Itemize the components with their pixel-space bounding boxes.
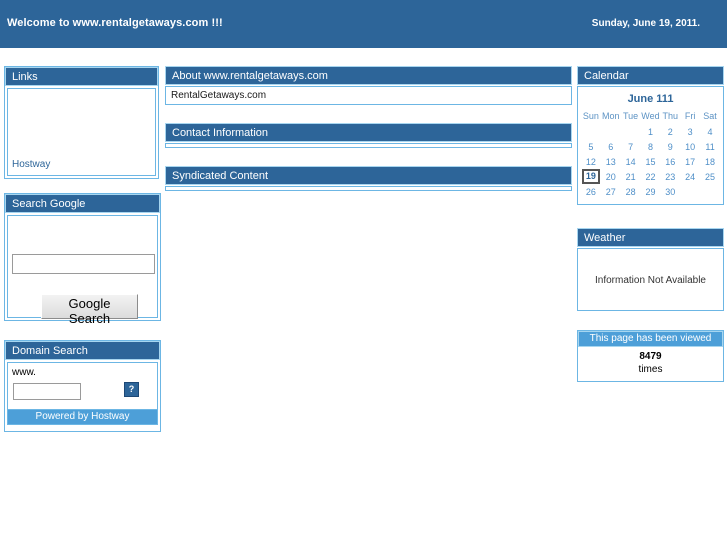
weather-panel: Weather Information Not Available bbox=[577, 228, 724, 311]
domain-search-input[interactable] bbox=[13, 383, 81, 400]
calendar-week-row: 12 13 14 15 16 17 18 bbox=[581, 154, 720, 169]
syndicated-panel-body bbox=[165, 186, 572, 191]
calendar-table: Sun Mon Tue Wed Thu Fri Sat 1 2 3 4 5 6 7 8 9 10 11 12 13 1… bbox=[581, 110, 720, 199]
calendar-day-header: Mon bbox=[602, 111, 620, 121]
calendar-day-cell[interactable]: 14 bbox=[621, 154, 641, 169]
calendar-today-marker: 19 bbox=[581, 169, 600, 184]
links-panel: Links Hostway bbox=[4, 66, 159, 179]
calendar-day-cell[interactable]: 25 bbox=[700, 169, 720, 184]
calendar-week-rows: 1 2 3 4 5 6 7 8 9 10 11 12 13 14 15 16 17 18 19 20 21 22 23 24 2… bbox=[581, 124, 720, 199]
search-google-panel-body: Google Search bbox=[7, 215, 158, 326]
link-item-hostway[interactable]: Hostway bbox=[12, 158, 152, 171]
calendar-header-row: Sun Mon Tue Wed Thu Fri Sat bbox=[581, 110, 720, 124]
calendar-empty-cell bbox=[601, 124, 621, 139]
calendar-day-cell[interactable]: 27 bbox=[601, 184, 621, 199]
domain-search-panel-title: Domain Search bbox=[5, 341, 160, 360]
header-date: Sunday, June 19, 2011. bbox=[591, 18, 700, 29]
calendar-day-cell[interactable]: 3 bbox=[680, 124, 700, 139]
calendar-empty-cell bbox=[700, 184, 720, 199]
calendar-day-cell[interactable]: 6 bbox=[601, 139, 621, 154]
google-search-input[interactable] bbox=[12, 254, 155, 274]
calendar-day-cell[interactable]: 24 bbox=[680, 169, 700, 184]
help-question-icon[interactable]: ? bbox=[124, 382, 139, 397]
links-panel-body: Hostway bbox=[7, 88, 156, 176]
calendar-week-row: 5 6 7 8 9 10 11 bbox=[581, 139, 720, 154]
calendar-day-cell[interactable]: 29 bbox=[641, 184, 661, 199]
calendar-day-cell[interactable]: 23 bbox=[660, 169, 680, 184]
links-panel-title: Links bbox=[5, 67, 158, 86]
calendar-day-cell[interactable]: 21 bbox=[621, 169, 641, 184]
calendar-day-cell[interactable]: 26 bbox=[581, 184, 601, 199]
calendar-empty-cell bbox=[680, 184, 700, 199]
calendar-day-cell[interactable]: 4 bbox=[700, 124, 720, 139]
calendar-panel: Calendar June 111 Sun Mon Tue Wed Thu Fri Sat … bbox=[577, 66, 724, 205]
calendar-day-header: Wed bbox=[641, 111, 660, 121]
domain-search-panel: Domain Search www. ? Powered by Hostway bbox=[4, 340, 161, 432]
calendar-day-cell[interactable]: 5 bbox=[581, 139, 601, 154]
calendar-body: June 111 Sun Mon Tue Wed Thu Fri Sat 123456789… bbox=[577, 86, 724, 205]
contact-panel-title: Contact Information bbox=[165, 123, 572, 142]
page-counter-value: 8479 bbox=[639, 351, 662, 362]
contact-panel-body bbox=[165, 143, 572, 148]
page-counter-body: 8479 times bbox=[578, 347, 723, 381]
calendar-day-cell[interactable]: 9 bbox=[660, 139, 680, 154]
calendar-day-cell[interactable]: 30 bbox=[660, 184, 680, 199]
calendar-day-cell[interactable]: 10 bbox=[680, 139, 700, 154]
page-counter-title: This page has been viewed bbox=[578, 331, 723, 347]
calendar-day-header: Tue bbox=[623, 111, 639, 121]
calendar-day-cell[interactable]: 7 bbox=[621, 139, 641, 154]
about-panel-title: About www.rentalgetaways.com bbox=[165, 66, 572, 85]
calendar-empty-cell bbox=[581, 124, 601, 139]
site-header: Welcome to www.rentalgetaways.com !!! Su… bbox=[0, 0, 727, 48]
calendar-day-cell[interactable]: 8 bbox=[641, 139, 661, 154]
calendar-week-row: 26 27 28 29 30 bbox=[581, 184, 720, 199]
syndicated-panel: Syndicated Content bbox=[165, 166, 572, 191]
calendar-day-cell[interactable]: 11 bbox=[700, 139, 720, 154]
calendar-panel-title: Calendar bbox=[577, 66, 724, 85]
syndicated-panel-title: Syndicated Content bbox=[165, 166, 572, 185]
page-counter-panel: This page has been viewed 8479 times bbox=[577, 330, 724, 382]
domain-search-panel-body: www. ? bbox=[7, 362, 158, 409]
calendar-month-label: June 111 bbox=[627, 93, 674, 105]
powered-by-hostway-footer: Powered by Hostway bbox=[7, 409, 158, 425]
calendar-day-cell[interactable]: 13 bbox=[601, 154, 621, 169]
calendar-day-cell[interactable]: 1 bbox=[641, 124, 661, 139]
calendar-day-cell[interactable]: 22 bbox=[641, 169, 661, 184]
calendar-day-cell[interactable]: 20 bbox=[601, 169, 621, 184]
domain-www-label: www. bbox=[12, 367, 36, 378]
calendar-day-header: Sun bbox=[582, 111, 599, 121]
calendar-day-cell[interactable]: 18 bbox=[700, 154, 720, 169]
welcome-title: Welcome to www.rentalgetaways.com !!! bbox=[7, 17, 223, 29]
search-google-panel-title: Search Google bbox=[5, 194, 160, 213]
google-search-button[interactable]: Google Search bbox=[41, 294, 138, 326]
calendar-day-cell[interactable]: 28 bbox=[621, 184, 641, 199]
weather-message: Information Not Available bbox=[595, 275, 706, 286]
search-google-panel: Search Google Google Search bbox=[4, 193, 161, 326]
calendar-week-row: 19 20 21 22 23 24 25 bbox=[581, 169, 720, 184]
calendar-day-header: Sat bbox=[703, 111, 717, 121]
calendar-day-cell[interactable]: 15 bbox=[641, 154, 661, 169]
about-panel-body: RentalGetaways.com bbox=[165, 86, 572, 105]
calendar-week-row: 1234 bbox=[581, 124, 720, 139]
calendar-day-cell[interactable]: 17 bbox=[680, 154, 700, 169]
page-counter-unit: times bbox=[638, 364, 663, 375]
weather-panel-title: Weather bbox=[577, 228, 724, 247]
calendar-empty-cell bbox=[621, 124, 641, 139]
about-panel: About www.rentalgetaways.com RentalGetaw… bbox=[165, 66, 572, 105]
calendar-day-header: Fri bbox=[684, 111, 696, 121]
calendar-day-cell[interactable]: 16 bbox=[660, 154, 680, 169]
weather-body: Information Not Available bbox=[577, 248, 724, 311]
calendar-day-cell[interactable]: 19 bbox=[581, 169, 601, 184]
contact-panel: Contact Information bbox=[165, 123, 572, 148]
calendar-day-cell[interactable]: 2 bbox=[660, 124, 680, 139]
links-list: Hostway bbox=[12, 158, 152, 171]
calendar-day-cell[interactable]: 12 bbox=[581, 154, 601, 169]
calendar-day-header: Thu bbox=[662, 111, 679, 121]
